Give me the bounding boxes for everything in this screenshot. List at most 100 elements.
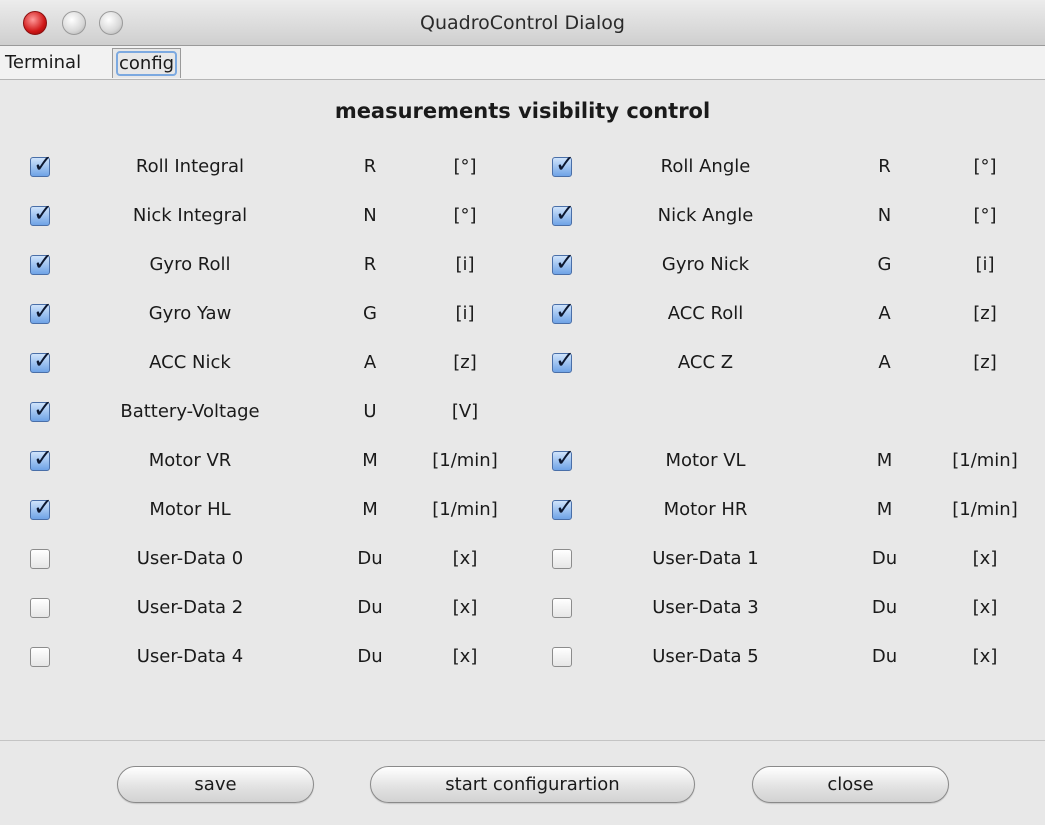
measurement-name: ACC Roll (667, 303, 744, 324)
measurement-symbol: Du (871, 597, 898, 618)
window-title: QuadroControl Dialog (420, 12, 625, 34)
visibility-checkbox[interactable] (552, 598, 572, 618)
measurement-symbol: G (363, 303, 377, 324)
visibility-checkbox[interactable] (552, 444, 575, 472)
measurement-unit: [x] (452, 646, 478, 667)
visibility-checkbox[interactable] (30, 647, 50, 667)
visibility-checkbox[interactable] (30, 150, 53, 178)
measurement-symbol: Du (357, 597, 383, 618)
visibility-checkbox[interactable] (552, 647, 572, 667)
measurement-name: Gyro Roll (149, 254, 231, 275)
visibility-checkbox[interactable] (30, 248, 53, 276)
measurement-unit: [1/min] (432, 450, 498, 471)
measurement-symbol: G (877, 254, 892, 275)
measurement-symbol: R (363, 156, 377, 177)
measurement-name: User-Data 1 (652, 548, 759, 569)
measurement-row: Motor HL M [1/min] Motor HR M [1/min] (0, 490, 1045, 530)
measurement-unit: [i] (455, 303, 475, 324)
visibility-checkbox[interactable] (30, 395, 53, 423)
measurement-unit: [1/min] (952, 499, 1018, 520)
measurement-unit: [z] (973, 303, 997, 324)
measurement-row: Battery-Voltage U [V] (0, 392, 1045, 432)
measurement-name: Motor HR (663, 499, 748, 520)
visibility-checkbox[interactable] (552, 493, 575, 521)
measurement-row: Roll Integral R [°] Roll Angle R [°] (0, 147, 1045, 187)
measurement-unit: [i] (455, 254, 475, 275)
visibility-checkbox[interactable] (552, 346, 575, 374)
measurement-unit: [1/min] (952, 450, 1018, 471)
measurement-symbol: N (363, 205, 377, 226)
measurement-name: User-Data 3 (652, 597, 759, 618)
visibility-checkbox[interactable] (552, 199, 575, 227)
measurement-name: Motor VR (148, 450, 232, 471)
measurement-unit: [i] (975, 254, 995, 275)
measurement-unit: [°] (973, 156, 997, 177)
measurement-symbol: M (362, 499, 378, 520)
measurement-symbol: A (878, 303, 891, 324)
measurement-row: User-Data 0 Du [x] User-Data 1 Du [x] (0, 539, 1045, 579)
measurement-name: User-Data 5 (652, 646, 759, 667)
measurement-symbol: Du (357, 548, 383, 569)
measurement-name: Roll Integral (135, 156, 245, 177)
tab-config-label: config (115, 51, 178, 76)
tab-config[interactable]: config (112, 48, 182, 78)
measurement-symbol: Du (871, 646, 898, 667)
visibility-checkbox[interactable] (552, 248, 575, 276)
measurement-symbol: M (876, 450, 893, 471)
visibility-checkbox[interactable] (552, 549, 572, 569)
measurement-name: User-Data 4 (136, 646, 244, 667)
measurement-unit: [x] (972, 548, 998, 569)
measurement-name: ACC Nick (149, 352, 231, 373)
measurement-unit: [°] (973, 205, 997, 226)
measurement-symbol: M (876, 499, 893, 520)
visibility-checkbox[interactable] (30, 297, 53, 325)
measurement-unit: [z] (973, 352, 997, 373)
visibility-checkbox[interactable] (30, 598, 50, 618)
measurement-name: Motor VL (665, 450, 746, 471)
visibility-checkbox[interactable] (552, 297, 575, 325)
config-panel: measurements visibility control Roll Int… (0, 80, 1045, 740)
visibility-checkbox[interactable] (552, 150, 575, 178)
measurement-unit: [x] (972, 597, 998, 618)
measurement-unit: [x] (972, 646, 998, 667)
visibility-checkbox[interactable] (30, 346, 53, 374)
tab-terminal[interactable]: Terminal (2, 48, 84, 78)
measurement-unit: [°] (453, 205, 477, 226)
measurement-symbol: M (362, 450, 378, 471)
measurement-row: Nick Integral N [°] Nick Angle N [°] (0, 196, 1045, 236)
visibility-checkbox[interactable] (30, 444, 53, 472)
button-bar: save start configurartion close (0, 740, 1045, 825)
visibility-checkbox[interactable] (30, 493, 53, 521)
measurement-symbol: A (878, 352, 891, 373)
measurement-unit: [z] (453, 352, 477, 373)
measurement-symbol: R (878, 156, 891, 177)
measurement-name: User-Data 0 (136, 548, 244, 569)
measurement-name: Gyro Yaw (148, 303, 232, 324)
measurement-symbol: A (363, 352, 377, 373)
measurement-row: Motor VR M [1/min] Motor VL M [1/min] (0, 441, 1045, 481)
measurement-name: Nick Integral (132, 205, 248, 226)
measurement-unit: [°] (453, 156, 477, 177)
close-button[interactable]: close (752, 766, 949, 803)
visibility-checkbox[interactable] (30, 199, 53, 227)
measurement-row: User-Data 4 Du [x] User-Data 5 Du [x] (0, 637, 1045, 677)
measurement-row: Gyro Roll R [i] Gyro Nick G [i] (0, 245, 1045, 285)
measurement-symbol: U (363, 401, 377, 422)
start-configuration-button[interactable]: start configurartion (370, 766, 695, 803)
panel-heading: measurements visibility control (334, 99, 711, 123)
measurement-row: Gyro Yaw G [i] ACC Roll A [z] (0, 294, 1045, 334)
title-bar: QuadroControl Dialog (0, 0, 1045, 46)
measurement-symbol: Du (357, 646, 383, 667)
measurement-symbol: R (363, 254, 377, 275)
save-button[interactable]: save (117, 766, 314, 803)
measurement-name: Nick Angle (657, 205, 754, 226)
measurement-row: User-Data 2 Du [x] User-Data 3 Du [x] (0, 588, 1045, 628)
tab-bar: Terminal config (0, 46, 1045, 80)
measurement-unit: [V] (451, 401, 479, 422)
visibility-checkbox[interactable] (30, 549, 50, 569)
measurement-name: User-Data 2 (136, 597, 244, 618)
measurement-name: Roll Angle (660, 156, 751, 177)
measurement-unit: [x] (452, 597, 478, 618)
measurement-name: Battery-Voltage (120, 401, 260, 422)
measurement-name: Motor HL (149, 499, 231, 520)
